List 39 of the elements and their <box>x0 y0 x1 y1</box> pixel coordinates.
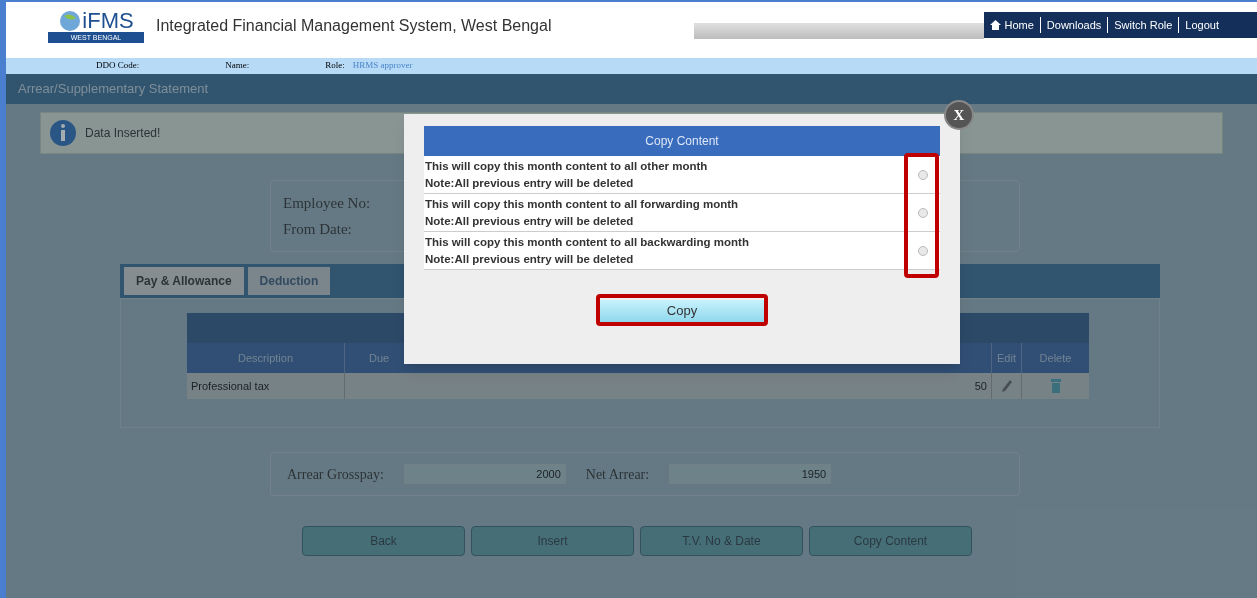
name-label: Name: <box>225 59 250 73</box>
nav-link[interactable]: Logout <box>1178 16 1225 34</box>
radio-button[interactable] <box>918 207 928 218</box>
total-label: Net Arrear: <box>585 465 650 484</box>
option-note: Note:All previous entry will be deleted <box>425 175 635 191</box>
total-field: 2000 <box>403 464 566 484</box>
option-note: Note:All previous entry will be deleted <box>425 213 635 229</box>
copy-button[interactable]: Copy <box>600 299 764 322</box>
role-value: HRMS approver <box>352 59 413 73</box>
option-text: This will copy this month content to all other month <box>425 158 709 174</box>
option-text: This will copy this month content to all forwarding month <box>425 196 740 212</box>
column-header: Due <box>368 350 391 366</box>
option-note: Note:All previous entry will be deleted <box>425 251 635 267</box>
role-label: Role: <box>325 59 345 73</box>
close-button[interactable]: X <box>944 100 974 130</box>
table-cell-text: 50 <box>974 378 988 394</box>
info-icon <box>49 119 77 147</box>
field-label: Employee No: <box>283 193 371 213</box>
nav-link[interactable]: Home <box>983 16 1040 34</box>
globe-icon <box>58 9 83 32</box>
field-label: From Date: <box>283 220 352 239</box>
nav-link[interactable]: Switch Role <box>1107 16 1179 34</box>
total-field: 1950 <box>669 464 832 484</box>
nav-link[interactable]: Downloads <box>1039 16 1108 34</box>
radio-button[interactable] <box>918 169 928 180</box>
pencil-icon[interactable] <box>1000 379 1013 393</box>
dialog-title: Copy Content <box>645 133 719 150</box>
panel-title: Arrear/Supplementary Statement <box>18 80 209 99</box>
radio-button[interactable] <box>918 245 928 256</box>
logo-text: iFMS <box>82 9 134 32</box>
total-label: Arrear Grosspay: <box>287 465 384 484</box>
trash-icon[interactable] <box>1050 378 1061 394</box>
table-cell: Professional tax <box>187 373 345 399</box>
tab[interactable]: Pay & Allowance <box>124 267 244 295</box>
app-title: Integrated Financial Management System, West Bengal <box>156 16 552 36</box>
option-text: This will copy this month content to all backwarding month <box>425 234 750 250</box>
ddo-label: DDO Code: <box>96 59 140 73</box>
home-icon <box>989 20 1001 30</box>
message-text: Data Inserted! <box>85 125 161 142</box>
